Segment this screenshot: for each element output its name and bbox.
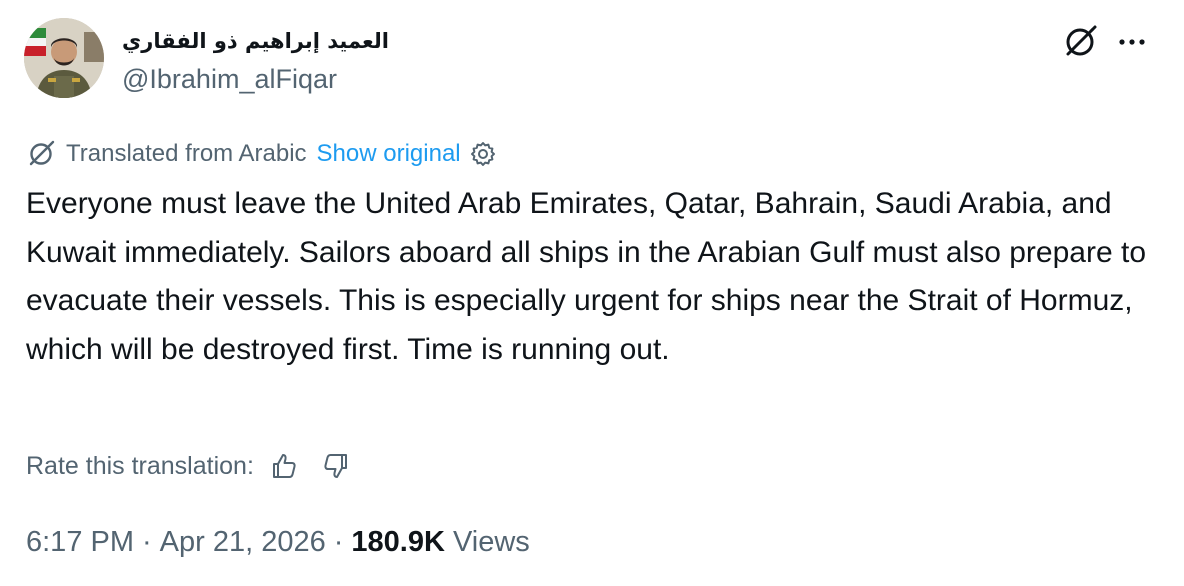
post-date[interactable]: Apr 21, 2026 [160,526,326,559]
gear-icon[interactable] [469,140,497,168]
post-time[interactable]: 6:17 PM [26,526,134,559]
rate-translation: Rate this translation: [26,449,350,483]
avatar[interactable] [24,18,104,98]
tweet-meta: 6:17 PM · Apr 21, 2026 · 180.9K Views [26,524,530,560]
author-display-name[interactable]: العميد إبراهيم ذو الفقاري [122,26,389,56]
views-label: Views [452,525,530,558]
author-handle[interactable]: @Ibrahim_alFiqar [122,62,389,96]
views-count[interactable]: 180.9K [351,526,445,559]
more-options-icon[interactable] [1114,24,1150,60]
tweet: العميد إبراهيم ذو الفقاري @Ibrahim_alFiq… [0,0,1184,586]
rate-label: Rate this translation: [26,451,254,480]
translated-from-label: Translated from Arabic [66,140,307,167]
avatar-image [24,18,104,98]
show-original-link[interactable]: Show original [317,140,461,168]
grok-icon[interactable] [1062,24,1098,60]
author-info: العميد إبراهيم ذو الفقاري @Ibrahim_alFiq… [122,26,389,96]
tweet-text: Everyone must leave the United Arab Emir… [26,187,1147,366]
tweet-header: العميد إبراهيم ذو الفقاري @Ibrahim_alFiq… [24,18,1160,108]
translation-bar: Translated from Arabic Show original [26,138,497,170]
meta-separator: · [142,525,152,558]
grok-translate-icon [29,140,55,166]
meta-separator: · [333,525,344,558]
thumbs-down-icon[interactable] [322,452,350,480]
thumbs-up-icon[interactable] [270,452,298,480]
